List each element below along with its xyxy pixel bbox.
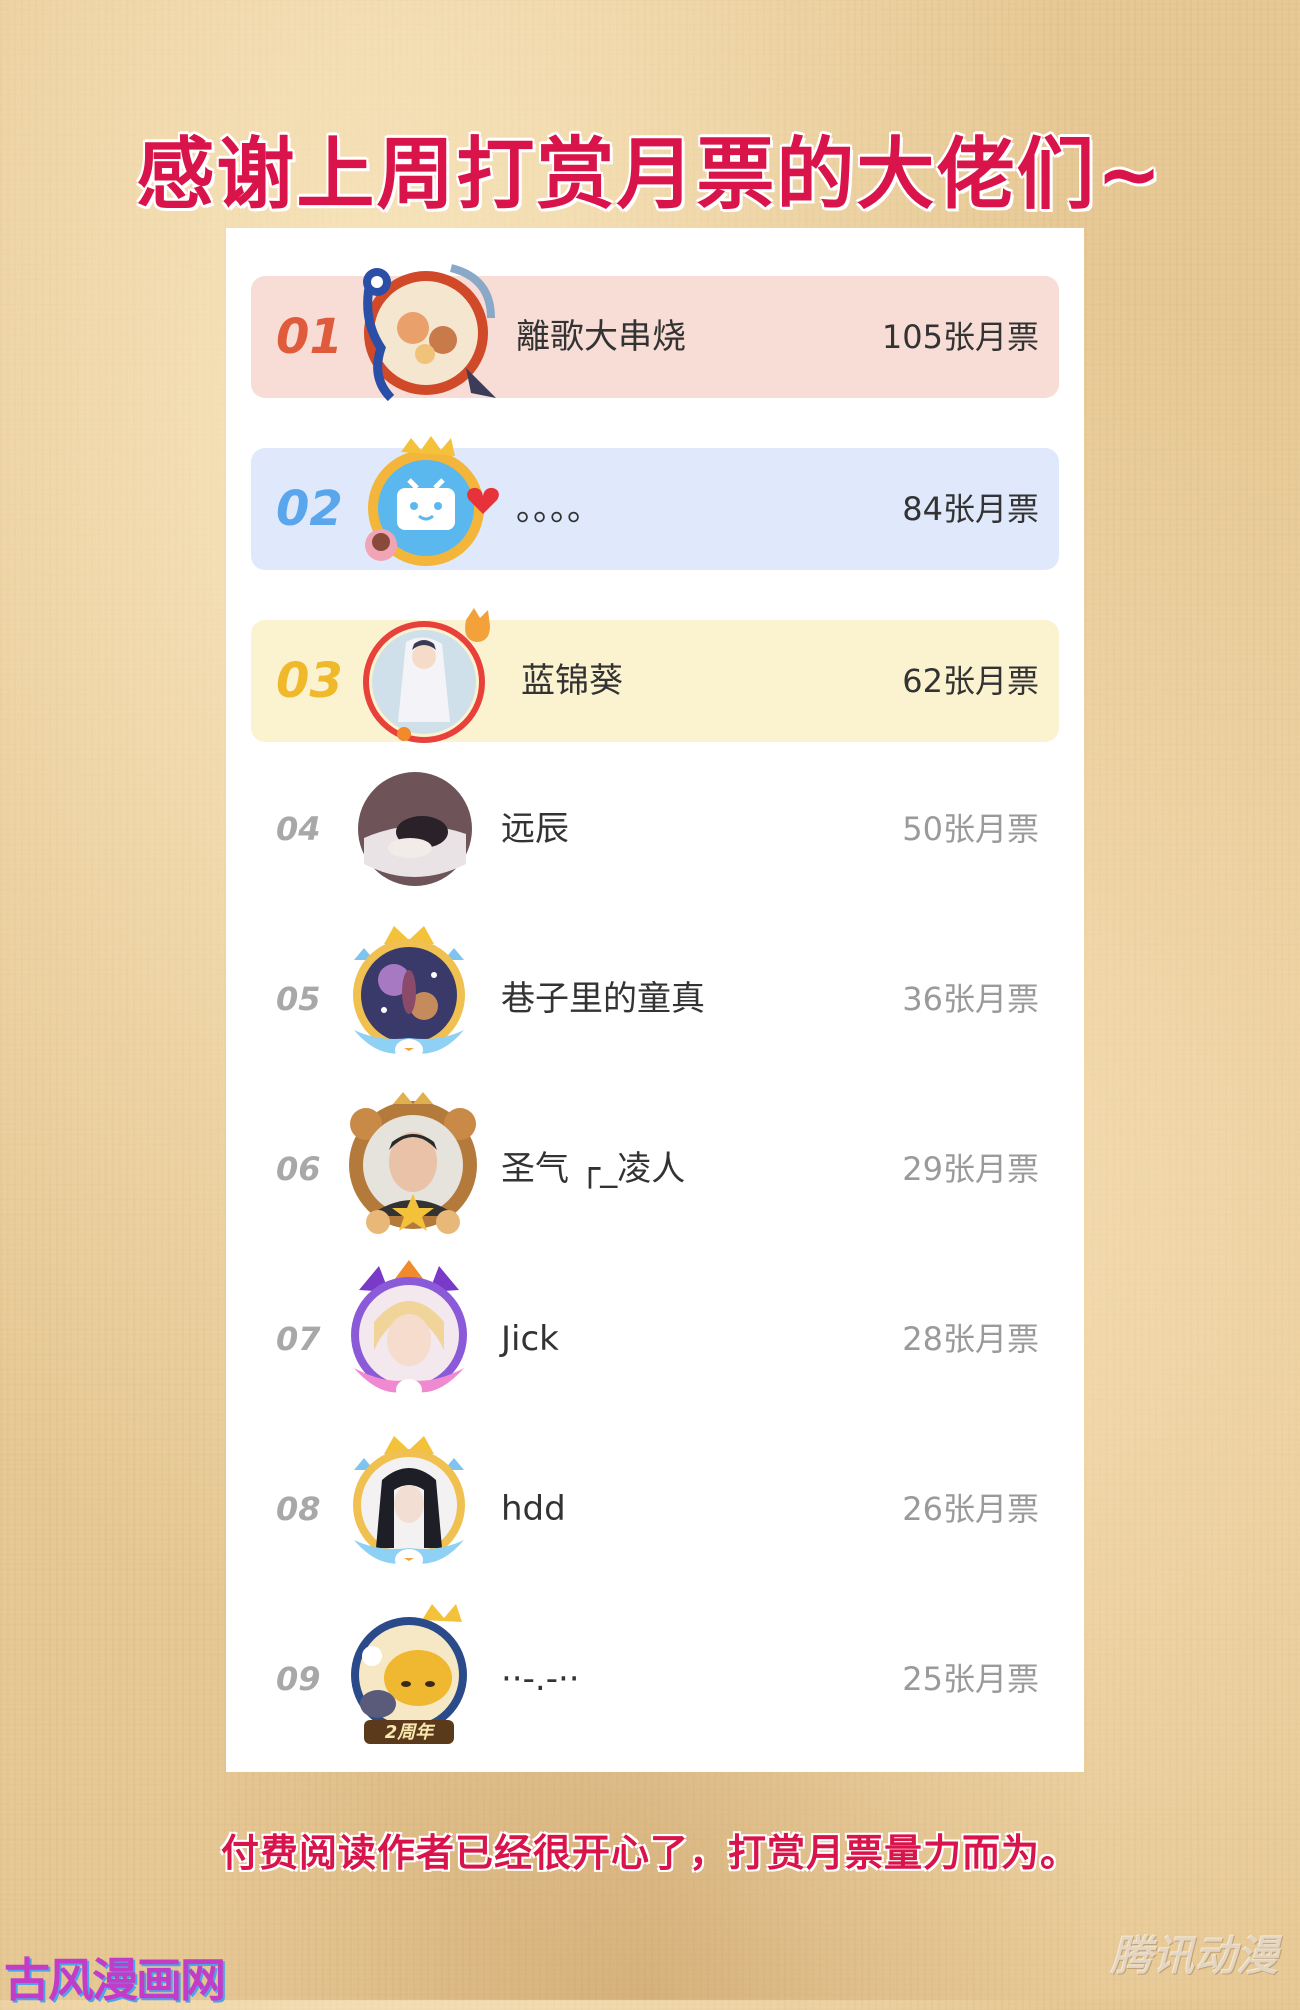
username: 離歌大串烧 [516,317,686,357]
anime-girl-avatar-icon[interactable] [354,602,504,752]
leaderboard-row-4[interactable]: 04 远辰 50张月票 [226,768,1084,890]
leaderboard-row-5[interactable]: 05 巷子里的童真 36张月票 [226,926,1084,1061]
leaderboard-row-1[interactable]: 01 離歌大串烧 105张月票 [226,264,1084,402]
rank-number: 04 [276,810,321,848]
sleeping-person-avatar-icon[interactable] [354,768,476,890]
lion-frame-avatar-icon[interactable] [338,1090,488,1240]
username: 圣气 ┌_凌人 [501,1149,686,1189]
tencent-comic-watermark: 腾讯动漫 [1109,1931,1278,1980]
anniversary-avatar-icon[interactable]: 2周年 [334,1600,484,1750]
username: ··-.-·· [501,1659,580,1699]
long-hair-avatar-icon[interactable] [334,1430,484,1580]
username: hdd [501,1489,566,1529]
page-title: 感谢上周打赏月票的大佬们~ [136,130,1164,220]
rank-number: 08 [276,1490,321,1528]
username: 远辰 [501,809,569,849]
ticket-count: 84张月票 [902,490,1039,528]
anniversary-badge: 2周年 [385,1722,437,1743]
leaderboard-panel: 01 離歌大串烧 105张月票 02 。。。。 84张月票 03 蓝锦葵 62张… [226,228,1084,1772]
leaderboard-row-2[interactable]: 02 。。。。 84张月票 [226,436,1084,570]
site-watermark: 古风漫画网 [4,1953,226,2007]
leaderboard-row-8[interactable]: 08 hdd 26张月票 [226,1436,1084,1571]
ticket-count: 105张月票 [881,318,1039,356]
ticket-count: 36张月票 [902,980,1039,1018]
username: 。。。。 [516,489,601,529]
rank-number: 09 [276,1660,321,1698]
rank-number: 07 [276,1320,321,1358]
username: 巷子里的童真 [501,979,705,1019]
ornate-frame-avatar-icon[interactable] [351,258,501,408]
leaderboard-row-9[interactable]: 09 2周年 ··-.-·· 25张月票 [226,1604,1084,1744]
anime-boy-avatar-icon[interactable] [334,1260,484,1410]
ticket-count: 25张月票 [902,1660,1039,1698]
leaderboard-row-6[interactable]: 06 圣气 ┌_凌人 29张月票 [226,1092,1084,1234]
rank-number: 01 [276,309,343,365]
rank-number: 02 [276,481,343,537]
ticket-count: 26张月票 [902,1490,1039,1528]
rank-number: 05 [276,980,321,1018]
ticket-count: 62张月票 [902,662,1039,700]
rank-number: 03 [276,653,343,709]
footer-note: 付费阅读作者已经很开心了，打赏月票量力而为。 [220,1831,1079,1875]
ticket-count: 50张月票 [902,810,1039,848]
ticket-count: 29张月票 [902,1150,1039,1188]
rank-number: 06 [276,1150,321,1188]
ticket-count: 28张月票 [902,1320,1039,1358]
leaderboard-row-3[interactable]: 03 蓝锦葵 62张月票 [226,608,1084,743]
username: 蓝锦葵 [521,661,623,701]
bilibili-tv-avatar-icon[interactable] [351,430,501,580]
galaxy-crown-avatar-icon[interactable] [334,920,484,1070]
leaderboard-row-7[interactable]: 07 Jick 28张月票 [226,1260,1084,1401]
username: Jick [501,1319,559,1359]
